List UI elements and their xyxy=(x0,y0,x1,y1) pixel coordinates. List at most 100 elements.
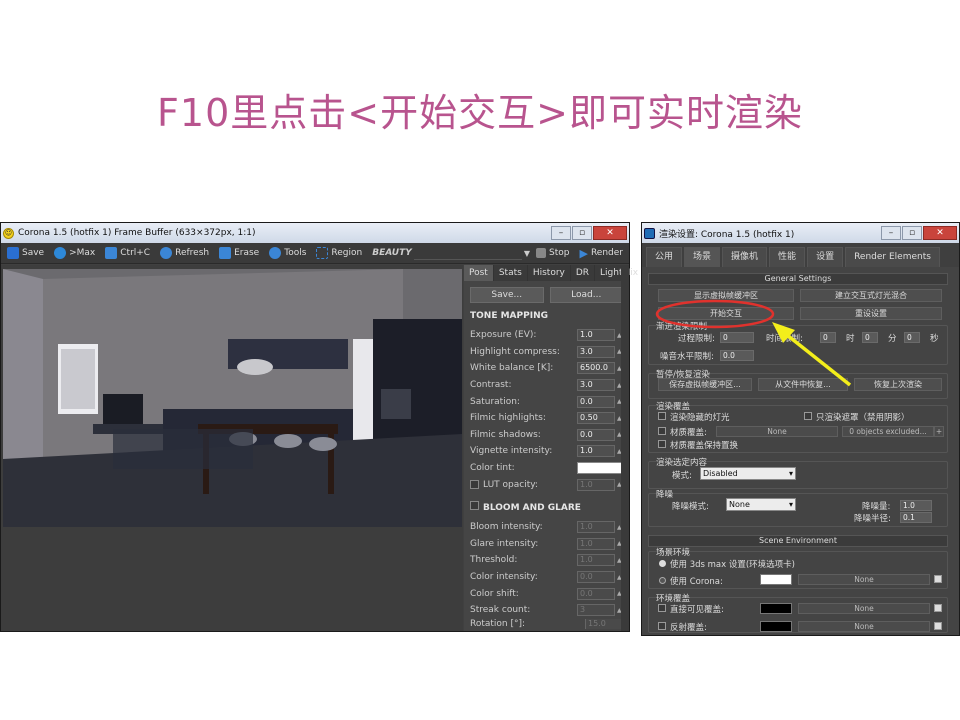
bloom-intensity-row: Bloom intensity:1.0▲▼ xyxy=(464,519,629,536)
tab-history[interactable]: History xyxy=(528,265,571,281)
denoise-radius-label: 降噪半径: xyxy=(854,514,891,524)
tab-stats[interactable]: Stats xyxy=(494,265,528,281)
contrast-input[interactable]: 3.0 xyxy=(577,379,615,392)
filmic-highlights-row: Filmic highlights:0.50▲▼ xyxy=(464,410,629,427)
direct-visible-map-checkbox[interactable] xyxy=(934,604,942,612)
vignette-input[interactable]: 1.0 xyxy=(577,445,615,458)
tab-post[interactable]: Post xyxy=(464,265,494,281)
color-intensity-input[interactable]: 0.0 xyxy=(577,571,615,584)
glare-intensity-input[interactable]: 1.0 xyxy=(577,537,615,550)
corona-env-color-swatch[interactable] xyxy=(760,574,792,585)
direct-visible-color-swatch[interactable] xyxy=(760,603,792,614)
direct-visible-map-slot[interactable]: None xyxy=(798,603,930,614)
post-panel-scrollbar[interactable] xyxy=(621,265,629,631)
maximize-button[interactable]: ▫ xyxy=(572,226,592,240)
denoise-mode-dropdown[interactable]: None xyxy=(726,498,796,511)
tab-performance[interactable]: 性能 xyxy=(769,247,806,267)
highlight-input[interactable]: 3.0 xyxy=(577,345,615,358)
denoise-amount-input[interactable]: 1.0 xyxy=(900,500,932,511)
resume-last-button[interactable]: 恢复上次渲染 xyxy=(854,378,942,391)
time-minutes-input[interactable]: 0 xyxy=(862,332,878,343)
exposure-input[interactable]: 1.0 xyxy=(577,329,615,342)
rotation-input[interactable]: 15.0 xyxy=(585,618,623,629)
pass-dropdown-area[interactable] xyxy=(413,246,522,260)
color-shift-row: Color shift:0.0▲▼ xyxy=(464,585,629,602)
save-label: Save xyxy=(22,248,45,258)
lut-opacity-input[interactable]: 1.0 xyxy=(577,478,615,491)
refresh-button[interactable]: Refresh xyxy=(156,244,213,262)
post-save-button[interactable]: Save... xyxy=(470,287,544,303)
add-exclude-button[interactable]: + xyxy=(934,426,944,437)
refresh-label: Refresh xyxy=(175,248,210,258)
close-button[interactable]: ✕ xyxy=(923,226,957,240)
erase-button[interactable]: Erase xyxy=(215,244,263,262)
build-lightmix-button[interactable]: 建立交互式灯光混合 xyxy=(800,289,942,302)
tab-dr[interactable]: DR xyxy=(571,265,596,281)
stop-icon xyxy=(536,248,547,258)
highlight-row: Highlight compress:3.0▲▼ xyxy=(464,344,629,361)
close-button[interactable]: ✕ xyxy=(593,226,627,240)
tab-scene[interactable]: 场景 xyxy=(684,247,721,267)
threshold-label: Threshold: xyxy=(470,555,518,566)
preserve-disp-checkbox[interactable] xyxy=(658,440,666,448)
filmic-shadows-input[interactable]: 0.0 xyxy=(577,428,615,441)
tab-settings[interactable]: 设置 xyxy=(807,247,844,267)
general-settings-header[interactable]: General Settings xyxy=(648,273,948,285)
render-hidden-checkbox[interactable] xyxy=(658,412,666,420)
denoise-radius-input[interactable]: 0.1 xyxy=(900,512,932,523)
reflect-map-slot[interactable]: None xyxy=(798,621,930,632)
resume-from-file-button[interactable]: 从文件中恢复... xyxy=(758,378,848,391)
corona-env-map-slot[interactable]: None xyxy=(798,574,930,585)
max-button[interactable]: >Max xyxy=(50,244,99,262)
tab-lightmix[interactable]: LightMix xyxy=(595,265,645,281)
tab-common[interactable]: 公用 xyxy=(646,247,683,267)
reflect-color-swatch[interactable] xyxy=(760,621,792,632)
save-button[interactable]: Save xyxy=(3,244,48,262)
show-vfb-button[interactable]: 显示虚拟帧缓冲区 xyxy=(658,289,794,302)
tools-button[interactable]: Tools xyxy=(265,244,310,262)
mtl-override-slot[interactable]: None xyxy=(716,426,838,437)
save-vfb-button[interactable]: 保存虚拟帧缓冲区... xyxy=(658,378,752,391)
chevron-down-icon[interactable]: ▼ xyxy=(524,249,530,258)
maximize-button[interactable]: ▫ xyxy=(902,226,922,240)
lut-checkbox[interactable] xyxy=(470,480,479,490)
use-corona-radio[interactable] xyxy=(659,577,666,584)
render-pass-select[interactable]: BEAUTY xyxy=(372,248,412,258)
white-balance-input[interactable]: 6500.0 xyxy=(577,362,615,375)
pass-limit-input[interactable]: 0 xyxy=(720,332,754,343)
post-load-button[interactable]: Load... xyxy=(549,287,623,303)
reflect-override-checkbox[interactable] xyxy=(658,622,666,630)
shadow-only-checkbox[interactable] xyxy=(804,412,812,420)
reset-settings-button[interactable]: 重设设置 xyxy=(800,307,942,320)
use-3dsmax-radio[interactable] xyxy=(659,560,666,567)
start-interactive-button[interactable]: 开始交互 xyxy=(658,307,794,320)
filmic-highlights-input[interactable]: 0.50 xyxy=(577,412,615,425)
render-button[interactable]: ▶ Render xyxy=(575,244,627,262)
direct-visible-checkbox[interactable] xyxy=(658,604,666,612)
region-button[interactable]: Region xyxy=(312,244,366,262)
saturation-input[interactable]: 0.0 xyxy=(577,395,615,408)
streak-count-input[interactable]: 3 xyxy=(577,604,615,617)
reflect-map-checkbox[interactable] xyxy=(934,622,942,630)
minimize-button[interactable]: – xyxy=(551,226,571,240)
scene-environment-header[interactable]: Scene Environment xyxy=(648,535,948,547)
stop-button[interactable]: Stop xyxy=(532,244,573,262)
ctrlc-button[interactable]: Ctrl+C xyxy=(101,244,154,262)
threshold-input[interactable]: 1.0 xyxy=(577,554,615,567)
render-setup-app-icon xyxy=(644,227,655,239)
corona-smiley-icon: ☺ xyxy=(3,227,14,239)
time-seconds-input[interactable]: 0 xyxy=(904,332,920,343)
corona-env-map-checkbox[interactable] xyxy=(934,575,942,583)
tab-render-elements[interactable]: Render Elements xyxy=(845,247,940,267)
bloom-glare-checkbox[interactable] xyxy=(470,500,479,510)
tab-camera[interactable]: 摄像机 xyxy=(722,247,768,267)
objects-excluded-button[interactable]: 0 objects excluded... xyxy=(842,426,934,437)
color-shift-input[interactable]: 0.0 xyxy=(577,587,615,600)
mode-dropdown[interactable]: Disabled xyxy=(700,467,796,480)
minimize-button[interactable]: – xyxy=(881,226,901,240)
color-tint-swatch[interactable] xyxy=(577,462,623,475)
bloom-intensity-input[interactable]: 1.0 xyxy=(577,521,615,534)
noise-limit-input[interactable]: 0.0 xyxy=(720,350,754,361)
mtl-override-checkbox[interactable] xyxy=(658,427,666,435)
time-hours-input[interactable]: 0 xyxy=(820,332,836,343)
